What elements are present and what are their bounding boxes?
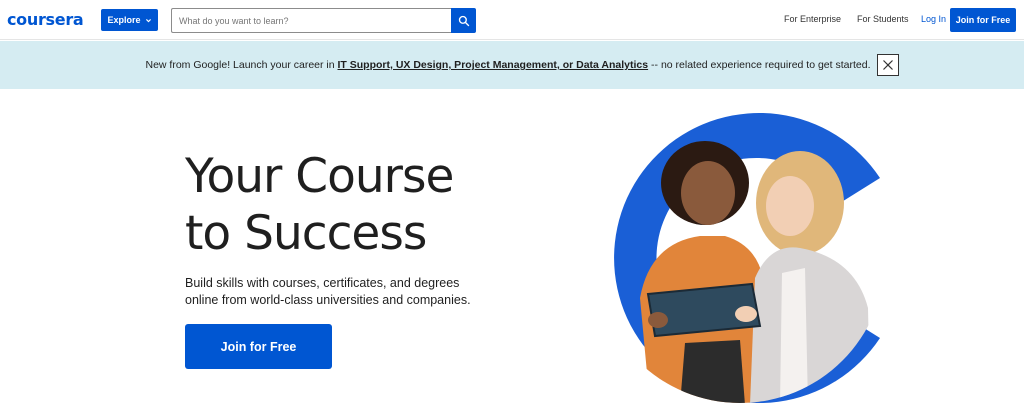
person-left-hand — [648, 312, 668, 328]
banner-message: New from Google! Launch your career in I… — [0, 59, 1016, 71]
close-icon — [883, 60, 893, 70]
top-navigation: coursera Explore For Enterprise For Stud… — [0, 0, 1024, 40]
join-for-free-button[interactable]: Join for Free — [950, 8, 1016, 32]
explore-button[interactable]: Explore — [101, 9, 158, 31]
hero-illustration — [614, 112, 880, 403]
hero-subtitle: Build skills with courses, certificates,… — [185, 276, 471, 307]
hero-join-for-free-button[interactable]: Join for Free — [185, 324, 332, 369]
nav-for-students[interactable]: For Students — [857, 14, 909, 24]
chevron-down-icon — [145, 18, 151, 22]
search-input[interactable] — [171, 8, 451, 33]
explore-label: Explore — [107, 15, 141, 25]
search-icon — [458, 15, 469, 26]
banner-career-link[interactable]: IT Support, UX Design, Project Managemen… — [338, 59, 649, 71]
person-right-shirt — [780, 268, 808, 403]
person-right-jacket — [750, 247, 870, 403]
banner-prefix: New from Google! Launch your career in — [145, 59, 335, 71]
search-button[interactable] — [451, 8, 476, 33]
banner-suffix: -- no related experience required to get… — [651, 59, 871, 71]
person-left-face — [681, 161, 735, 225]
person-left-skirt — [680, 340, 745, 403]
coursera-logo[interactable]: coursera — [7, 10, 84, 29]
announcement-banner: New from Google! Launch your career in I… — [0, 41, 1024, 89]
person-right-hand — [735, 306, 757, 322]
banner-close-button[interactable] — [877, 54, 899, 76]
nav-for-enterprise[interactable]: For Enterprise — [784, 14, 841, 24]
hero-title-line-2: to Success — [185, 206, 427, 261]
hero-title: Your Course to Success — [185, 148, 454, 262]
hero-title-line-1: Your Course — [185, 149, 454, 204]
person-right-face — [766, 176, 814, 236]
login-link[interactable]: Log In — [921, 14, 946, 24]
